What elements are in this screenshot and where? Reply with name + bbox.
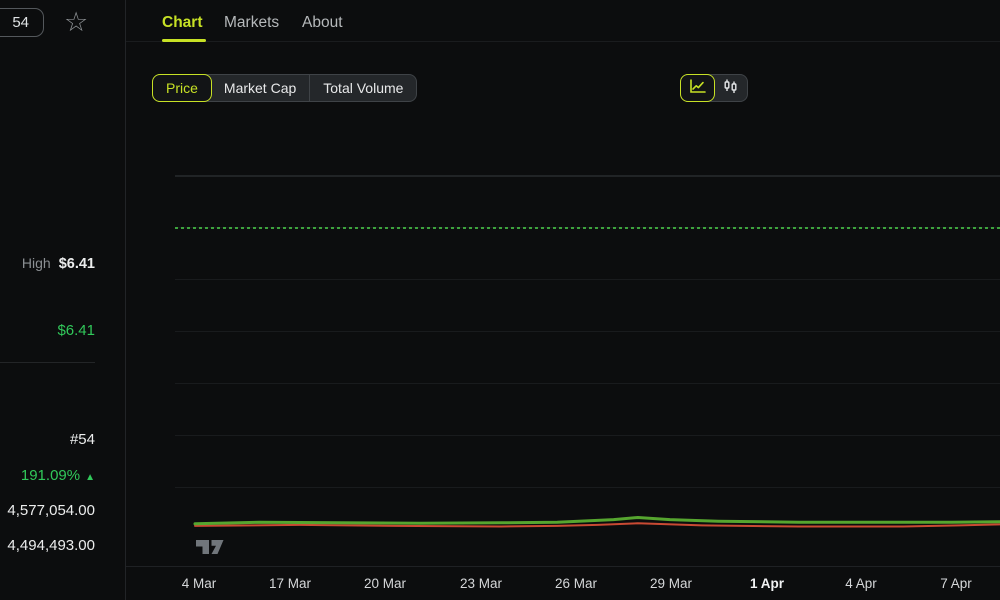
x-tick: 23 Mar	[459, 576, 503, 591]
high-label: High	[21, 255, 51, 271]
x-tick: 4 Apr	[845, 576, 877, 591]
up-arrow-icon: ▲	[85, 472, 95, 483]
candlestick-chart-type-button[interactable]	[714, 75, 747, 101]
favorite-star-icon[interactable]: ☆	[64, 6, 88, 38]
current-price: $6.41	[57, 322, 95, 339]
line-chart-icon	[689, 79, 706, 97]
gridline	[175, 175, 1000, 177]
toggle-total-volume[interactable]: Total Volume	[310, 75, 416, 101]
active-tab-underline	[162, 39, 206, 42]
line-chart-type-button[interactable]	[680, 74, 715, 102]
change-percent: 191.09% ▲	[0, 467, 125, 484]
tradingview-logo[interactable]	[195, 537, 225, 564]
tab-markets[interactable]: Markets	[224, 14, 279, 32]
x-tick: 20 Mar	[363, 576, 407, 591]
gridline	[175, 279, 1000, 280]
stat-value-2: 4,494,493.00	[7, 537, 95, 554]
sidebar: 54 ☆ High $6.41 $6.41 #54 191.09% ▲ 4,577,…	[0, 0, 125, 600]
candlestick-icon	[722, 79, 739, 97]
toggle-price[interactable]: Price	[152, 74, 212, 102]
high-value: $6.41	[58, 256, 95, 272]
rank-badge: 54	[0, 8, 44, 37]
stat-value-1: 4,577,054.00	[7, 502, 95, 519]
tab-chart[interactable]: Chart	[162, 14, 202, 32]
gridline	[175, 383, 1000, 384]
x-tick: 7 Apr	[940, 576, 972, 591]
change-percent-value: 191.09%	[20, 467, 81, 484]
metric-toggle-group: Price Market Cap Total Volume	[152, 74, 418, 102]
tabbar-border	[126, 41, 1000, 42]
gridline	[175, 435, 1000, 436]
toggle-market-cap[interactable]: Market Cap	[211, 75, 311, 101]
x-tick: 4 Mar	[181, 576, 217, 591]
x-axis-line	[126, 566, 1000, 567]
tab-about[interactable]: About	[302, 14, 343, 32]
x-tick: 26 Mar	[554, 576, 598, 591]
x-tick: 17 Mar	[268, 576, 312, 591]
coin-chart-page: 54 ☆ High $6.41 $6.41 #54 191.09% ▲ 4,577,…	[0, 0, 1000, 600]
chart-type-toggle-group	[680, 74, 748, 102]
price-line-series	[193, 516, 1000, 528]
market-rank-value: #54	[69, 431, 95, 448]
sidebar-main-divider	[125, 0, 126, 600]
gridline	[175, 331, 1000, 332]
ath-reference-line	[175, 227, 1000, 229]
x-tick: 1 Apr	[749, 576, 785, 591]
high-stat: High $6.41	[0, 255, 125, 272]
x-tick: 29 Mar	[649, 576, 693, 591]
gridline	[175, 487, 1000, 488]
sidebar-divider	[0, 362, 95, 363]
